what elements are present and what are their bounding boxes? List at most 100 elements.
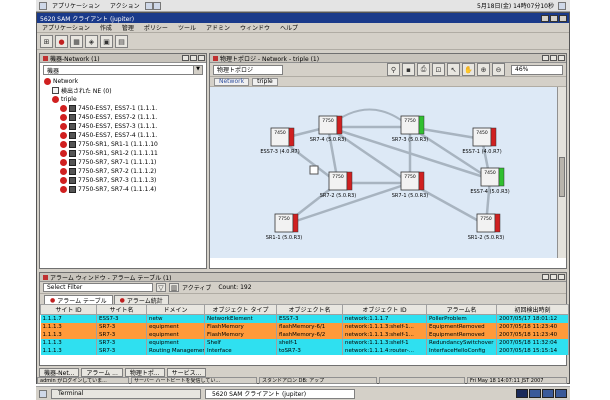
breadcrumb-triple[interactable]: triple [252,77,278,86]
maximize-button[interactable] [550,14,558,22]
layout-icon[interactable]: ▣ [100,35,113,48]
tree-item[interactable]: 7750-SR7, SR7-3 (1.1.1.3) [40,176,206,185]
equipment-view-select[interactable]: 機器 ▼ [43,65,203,75]
home-icon[interactable] [144,1,153,10]
panel-maximize-button[interactable] [190,55,197,61]
tree-item[interactable]: 7450-ESS7, ESS7-4 (1.1.1. [40,131,206,140]
tree-item[interactable]: 7450-ESS7, ESS7-3 (1.1.1. [40,122,206,131]
column-header[interactable]: サイト ID [40,304,97,315]
column-header[interactable]: サイト名 [96,304,147,315]
show-desktop-icon[interactable] [39,389,47,398]
panel-close-button[interactable] [558,55,565,61]
tab-alarm-stats[interactable]: ● アラーム統計 [113,295,169,305]
tree-item[interactable]: triple [40,95,206,104]
topology-node[interactable]: 7750 SR1-1 (5.0.R3) [266,213,303,241]
appbar-equipment[interactable]: 機器-Net... [39,367,80,377]
menu-admin[interactable]: アドミン [201,23,235,32]
alarm-icon[interactable]: ● [55,35,68,48]
column-header[interactable]: アラーム名 [426,304,497,315]
topology-map[interactable]: 7450 ESS7-3 (4.0.R7) 7750 SR7-4 (5.0.R3) 775… [210,87,558,258]
desktop-clock[interactable]: 5月18日(金) 14時07分10秒 [477,1,554,10]
tree-item[interactable]: Network [40,77,206,86]
menu-window[interactable]: ウィンドウ [235,23,275,32]
tree-item[interactable]: 7750-SR1, SR1-2 (1.1.1.11 [40,149,206,158]
tree-item[interactable]: 7750-SR7, SR7-4 (1.1.1.4) [40,185,206,194]
save-icon[interactable]: ▪ [402,63,415,76]
topology-node[interactable]: 7750 SR7-1 (5.0.R3) [392,171,429,199]
table-row[interactable]: 1.1.1.3 SR7-3 equipment Shelf shelf-1 network… [40,338,569,347]
column-header[interactable]: オブジェクト名 [276,304,343,315]
desktop-menu-actions[interactable]: アクション [105,1,145,10]
workspace-1[interactable] [516,389,528,398]
pan-hand-icon[interactable]: ✋ [462,63,475,76]
desktop-menu-applications[interactable]: アプリケーション [47,1,105,10]
print-icon[interactable]: ⎙ [417,63,430,76]
tree-item[interactable]: 7750-SR7, SR7-1 (1.1.1.1) [40,158,206,167]
alarm-panel-titlebar[interactable]: アラーム ウィンドウ - アラーム テーブル (1) [40,273,566,282]
topology-canvas[interactable]: 7450 ESS7-3 (4.0.R7) 7750 SR7-4 (5.0.R3) 775… [210,87,566,258]
minimize-button[interactable] [541,14,549,22]
window-titlebar[interactable]: 5620 SAM クライアント (jupiter) [37,13,569,23]
topology-vertical-scrollbar[interactable] [557,87,566,258]
panel-minimize-button[interactable] [182,55,189,61]
columns-icon[interactable]: ▥ [169,283,179,292]
topology-node[interactable]: 7450 ESS7-1 (4.0.R7) [462,127,502,155]
topology-panel-titlebar[interactable]: 物理トポロジ - Network - triple (1) [210,54,566,63]
active-label[interactable]: アクティブ [182,283,211,292]
task-terminal[interactable]: Terminal [51,388,201,399]
table-row[interactable]: 1.1.1.3 SR7-3 equipment FlashMemory flashMem… [40,322,569,331]
table-row[interactable]: 1.1.1.7 ESS7-3 netw NetworkElement ESS7-3 net… [40,314,569,323]
topology-type-select[interactable]: 物理トポロジ [213,64,283,75]
distro-logo-icon[interactable] [39,1,47,10]
tree-item[interactable]: 7450-ESS7, ESS7-2 (1.1.1. [40,113,206,122]
tree-item[interactable]: 検出された NE (0) [40,86,206,95]
menu-create[interactable]: 作成 [95,23,117,32]
table-row[interactable]: 1.1.1.3 SR7-3 Routing Management Interface t… [40,346,569,355]
tree-item[interactable]: 7450-ESS7, ESS7-1 (1.1.1. [40,104,206,113]
breadcrumb-network[interactable]: Network [214,77,250,86]
appbar-topology[interactable]: 物理トポ... [124,367,165,377]
alarm-filter-select[interactable]: Select Filter [43,283,153,292]
chevron-down-icon[interactable]: ▼ [193,66,202,74]
binoculars-icon[interactable]: ⚲ [387,63,400,76]
service-icon[interactable]: ◈ [85,35,98,48]
panel-close-button[interactable] [198,55,205,61]
workspace-2[interactable] [529,389,541,398]
task-sam-client[interactable]: 5620 SAM クライアント (jupiter) [205,388,355,399]
equipment-icon[interactable]: ⊞ [40,35,53,48]
grid-icon[interactable]: ▦ [70,35,83,48]
column-header[interactable]: オブジェクト ID [342,304,427,315]
menu-help[interactable]: ヘルプ [275,23,303,32]
panel-close-button[interactable] [558,274,565,280]
filter-icon[interactable]: ▽ [156,283,166,292]
topology-node[interactable]: 7450 ESS7-4 (5.0.R3) [470,167,510,195]
zoom-select[interactable]: 46% [511,64,563,75]
workspace-3[interactable] [542,389,554,398]
topology-node[interactable]: 7750 SR7-3 (5.0.R3) [392,115,429,143]
appbar-alarm[interactable]: アラーム ... [81,367,123,377]
select-arrow-icon[interactable]: ↖ [447,63,460,76]
menu-tools[interactable]: ツール [173,23,201,32]
topology-node[interactable]: 7750 SR7-2 (5.0.R3) [320,171,357,199]
zoom-out-icon[interactable]: ⊖ [492,63,505,76]
table-row[interactable]: 1.1.1.3 SR7-3 equipment FlashMemory flashMem… [40,330,569,339]
volume-icon[interactable] [558,1,566,10]
tree-item[interactable]: 7750-SR1, SR1-1 (1.1.1.10 [40,140,206,149]
equipment-panel-titlebar[interactable]: 機器-Network (1) [40,54,206,63]
menu-policy[interactable]: ポリシー [139,23,173,32]
link-endpoint-icon[interactable] [309,165,319,175]
panel-maximize-button[interactable] [550,55,557,61]
table-icon[interactable]: ▤ [115,35,128,48]
launcher-icon[interactable] [152,1,161,10]
layout-icon[interactable]: ⊡ [432,63,445,76]
tab-alarm-table[interactable]: ● アラーム テーブル [44,295,113,305]
workspace-4[interactable] [555,389,567,398]
menu-application[interactable]: アプリケーション [37,23,95,32]
panel-minimize-button[interactable] [542,274,549,280]
appbar-service[interactable]: サービス... [166,367,207,377]
menu-manage[interactable]: 管理 [117,23,139,32]
zoom-in-icon[interactable]: ⊕ [477,63,490,76]
column-header[interactable]: オブジェクト タイプ [204,304,277,315]
topology-node[interactable]: 7450 ESS7-3 (4.0.R7) [260,127,300,155]
panel-maximize-button[interactable] [550,274,557,280]
